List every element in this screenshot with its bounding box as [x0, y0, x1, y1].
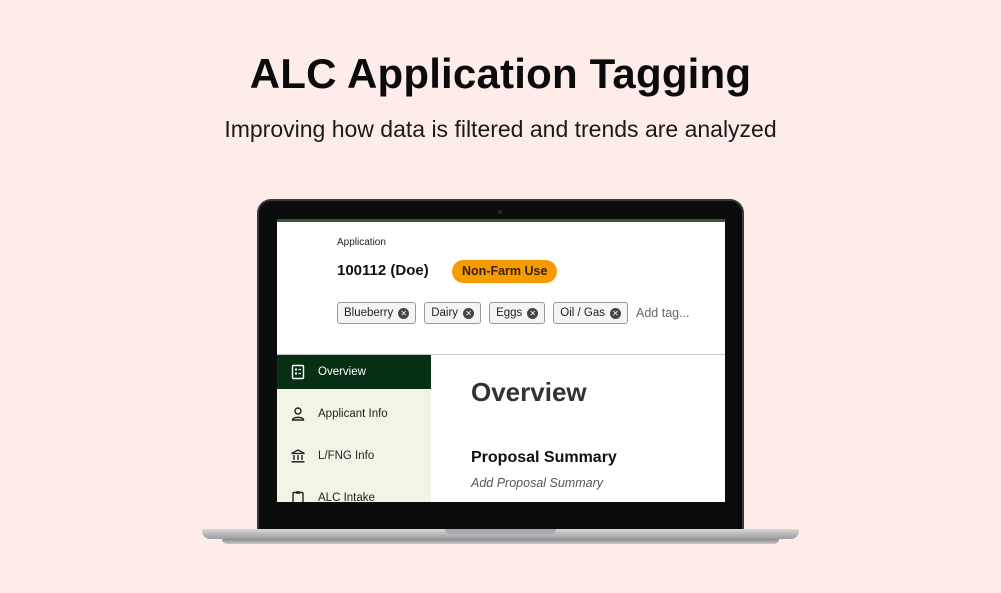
tag-label: Dairy: [431, 307, 459, 319]
tag-chip: Dairy ✕: [424, 302, 482, 324]
tag-chip: Blueberry ✕: [337, 302, 417, 324]
remove-tag-icon[interactable]: ✕: [527, 307, 539, 319]
add-proposal-summary-link[interactable]: Add Proposal Summary: [471, 476, 603, 490]
tag-label: Oil / Gas: [560, 307, 606, 319]
sidebar-item-lfng-info[interactable]: L/FNG Info: [277, 439, 431, 473]
breadcrumb: Application: [337, 237, 386, 248]
camera-icon: [498, 210, 502, 214]
laptop-base-shadow: [222, 539, 779, 544]
page-subtitle: Improving how data is filtered and trend…: [224, 116, 777, 142]
bank-icon: [291, 449, 305, 463]
sidebar-item-label: L/FNG Info: [318, 450, 375, 462]
document-icon: [291, 364, 305, 380]
remove-tag-icon[interactable]: ✕: [610, 307, 622, 319]
page-title: ALC Application Tagging: [249, 50, 752, 97]
laptop-screen: Application 100112 (Doe) Non-Farm Use Bl…: [277, 219, 725, 502]
add-tag-input[interactable]: [636, 306, 707, 320]
sidebar-item-overview[interactable]: Overview: [277, 355, 431, 389]
sidebar-item-applicant-info[interactable]: Applicant Info: [277, 397, 431, 431]
tag-chip: Eggs ✕: [489, 302, 546, 324]
remove-tag-icon[interactable]: ✕: [398, 307, 410, 319]
main-content: Overview Proposal Summary Add Proposal S…: [431, 355, 725, 502]
section-heading: Overview: [471, 377, 587, 407]
sidebar: Overview Applicant Info L/FNG Info ALC I…: [277, 355, 431, 502]
laptop-notch: [445, 529, 556, 534]
clipboard-icon: [292, 491, 304, 502]
application-header: Application 100112 (Doe) Non-Farm Use Bl…: [277, 222, 725, 355]
tag-chip: Oil / Gas ✕: [553, 302, 629, 324]
person-icon: [291, 407, 305, 421]
tag-list: Blueberry ✕ Dairy ✕ Eggs ✕ Oil / Gas ✕: [337, 302, 707, 324]
tag-label: Eggs: [496, 307, 523, 319]
application-id: 100112 (Doe): [337, 262, 429, 279]
tag-label: Blueberry: [344, 307, 394, 319]
sidebar-item-label: ALC Intake: [318, 492, 375, 502]
proposal-summary-heading: Proposal Summary: [471, 449, 617, 466]
sidebar-item-label: Applicant Info: [318, 408, 388, 420]
status-badge: Non-Farm Use: [452, 260, 558, 283]
remove-tag-icon[interactable]: ✕: [463, 307, 475, 319]
sidebar-item-label: Overview: [318, 366, 366, 378]
sidebar-item-alc-intake[interactable]: ALC Intake: [277, 481, 431, 502]
